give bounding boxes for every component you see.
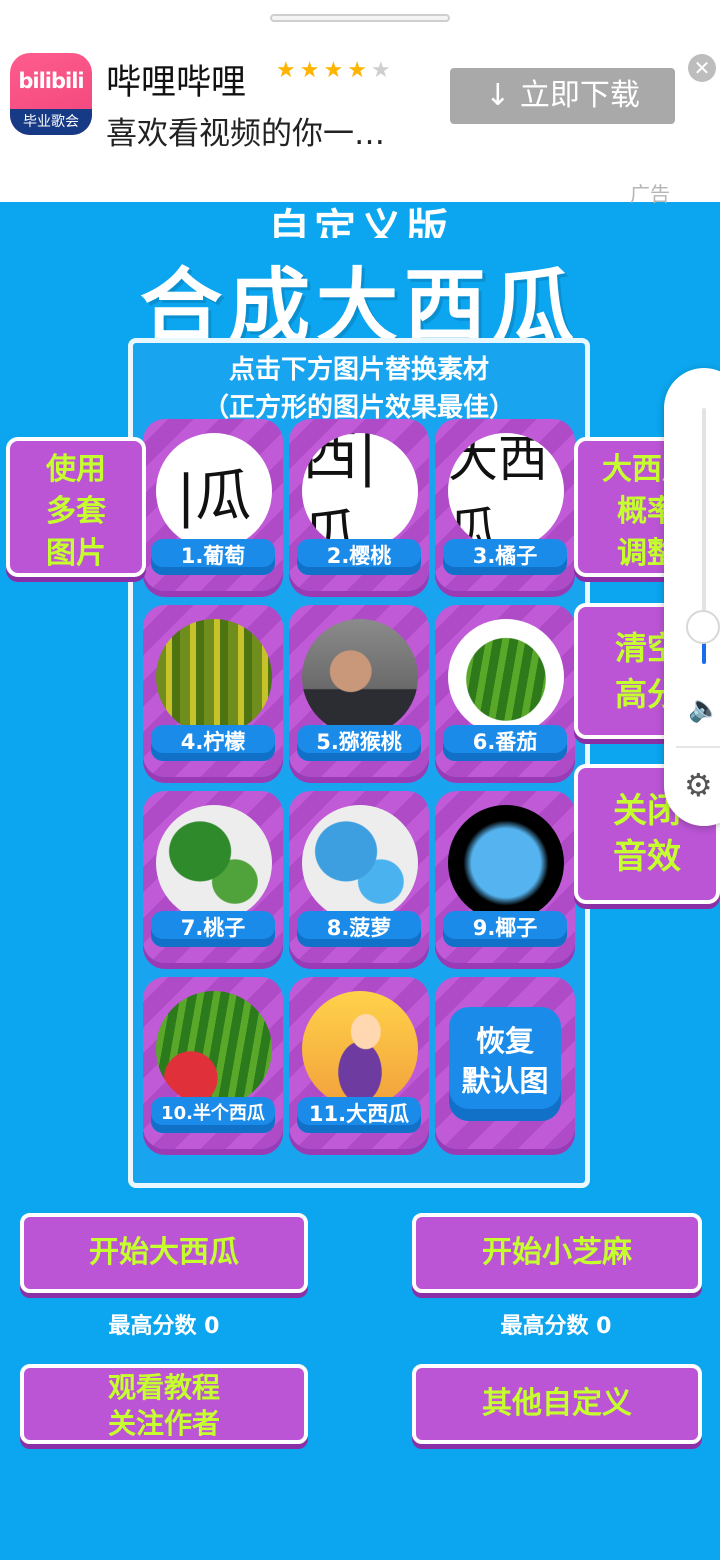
tile-image: [302, 805, 418, 921]
tile-9-coconut[interactable]: 9.椰子: [435, 791, 575, 963]
start-big-melon-button[interactable]: 开始大西瓜: [20, 1213, 308, 1293]
divider: [676, 746, 720, 748]
tile-image: [302, 619, 418, 735]
tile-label: 1.葡萄: [151, 539, 275, 575]
button-line: 多套: [46, 494, 106, 529]
star-empty-icon: ★: [370, 58, 395, 83]
tile-label: 5.猕猴桃: [297, 725, 421, 761]
tile-label: 2.樱桃: [297, 539, 421, 575]
tile-5-kiwi[interactable]: 5.猕猴桃: [289, 605, 429, 777]
star-icon: ★: [299, 58, 324, 83]
watch-tutorial-button[interactable]: 观看教程 关注作者: [20, 1364, 308, 1444]
reset-line-2: 默认图: [461, 1064, 549, 1098]
app-icon-text: bilibili: [18, 69, 84, 93]
download-button[interactable]: ↓ 立即下载: [450, 68, 675, 124]
reset-default-button[interactable]: 恢复 默认图: [449, 1007, 561, 1121]
tile-1-grape[interactable]: |瓜 1.葡萄: [143, 419, 283, 591]
tile-4-lemon[interactable]: 4.柠檬: [143, 605, 283, 777]
ad-banner[interactable]: bilibili 毕业歌会 哔哩哔哩 ★★★★★ 喜欢看视频的你一… ↓ 立即下…: [0, 0, 720, 206]
speaker-icon[interactable]: 🔈: [688, 694, 720, 724]
tile-image: [302, 991, 418, 1107]
tile-label: 9.椰子: [443, 911, 567, 947]
tile-image: 大西瓜: [448, 433, 564, 549]
tile-label: 7.桃子: [151, 911, 275, 947]
tile-label: 3.橘子: [443, 539, 567, 575]
tile-image: [156, 805, 272, 921]
reset-default-tile[interactable]: 恢复 默认图: [435, 977, 575, 1149]
star-icon: ★: [347, 58, 371, 83]
button-line: 图片: [46, 536, 106, 571]
tile-image: [448, 619, 564, 735]
tile-3-orange[interactable]: 大西瓜 3.橘子: [435, 419, 575, 591]
tile-image: [156, 991, 272, 1107]
other-custom-button[interactable]: 其他自定义: [412, 1364, 702, 1444]
bilibili-app-icon: bilibili 毕业歌会: [10, 53, 92, 135]
ad-app-name: 哔哩哔哩: [106, 63, 247, 103]
start-sesame-button[interactable]: 开始小芝麻: [412, 1213, 702, 1293]
use-multiple-sets-button[interactable]: 使用 多套 图片: [6, 437, 146, 577]
tile-8-pineapple[interactable]: 8.菠萝: [289, 791, 429, 963]
tile-label: 6.番茄: [443, 725, 567, 761]
rating-stars: ★★★★★: [276, 58, 395, 83]
tile-image: [156, 619, 272, 735]
tile-11-big-melon[interactable]: 11.大西瓜: [289, 977, 429, 1149]
high-score-left: 最高分数 0: [108, 1314, 220, 1339]
tile-image: |瓜: [156, 433, 272, 549]
tile-10-half-melon[interactable]: 10.半个西瓜: [143, 977, 283, 1149]
tile-label: 11.大西瓜: [297, 1097, 421, 1133]
button-line: 关注作者: [107, 1407, 220, 1440]
star-icon: ★: [323, 58, 348, 83]
button-line: 音效: [613, 837, 681, 877]
drag-handle[interactable]: [270, 14, 450, 22]
tile-label: 8.菠萝: [297, 911, 421, 947]
star-icon: ★: [276, 58, 300, 83]
material-panel: 点击下方图片替换素材 （正方形的图片效果最佳） |瓜 1.葡萄 西|瓜 2.樱桃…: [128, 338, 590, 1188]
tile-image: [448, 805, 564, 921]
reset-line-1: 恢复: [475, 1024, 534, 1058]
tile-image: 西|瓜: [302, 433, 418, 549]
close-icon[interactable]: ✕: [688, 54, 716, 82]
tile-2-cherry[interactable]: 西|瓜 2.樱桃: [289, 419, 429, 591]
ad-description: 喜欢看视频的你一…: [106, 116, 385, 152]
tile-label: 10.半个西瓜: [151, 1097, 275, 1133]
button-line: 观看教程: [107, 1371, 220, 1404]
gear-icon[interactable]: ⚙: [684, 766, 713, 804]
volume-panel[interactable]: 🔈 ⚙: [664, 368, 720, 826]
volume-slider-knob[interactable]: [686, 610, 720, 644]
tile-6-tomato[interactable]: 6.番茄: [435, 605, 575, 777]
hint-line-1: 点击下方图片替换素材: [228, 355, 489, 385]
tile-7-peach[interactable]: 7.桃子: [143, 791, 283, 963]
tile-label: 4.柠檬: [151, 725, 275, 761]
app-icon-sub: 毕业歌会: [10, 109, 92, 135]
button-line: 使用: [46, 452, 106, 487]
high-score-right: 最高分数 0: [500, 1314, 612, 1339]
volume-track[interactable]: [702, 408, 706, 628]
subtitle: 自定义版: [267, 205, 452, 238]
